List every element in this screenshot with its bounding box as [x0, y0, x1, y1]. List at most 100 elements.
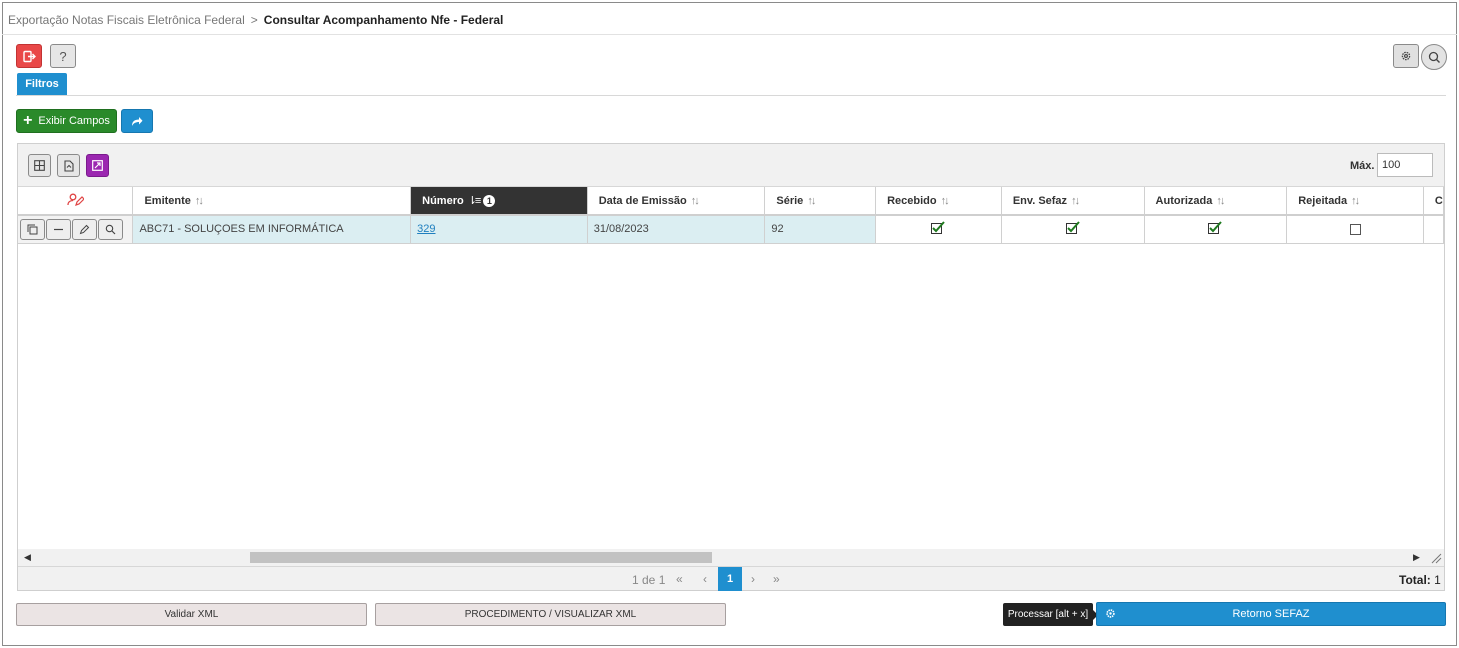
filters-divider [16, 95, 1446, 96]
plus-icon: + [23, 112, 33, 129]
procedimento-xml-button[interactable]: PROCEDIMENTO / VISUALIZAR XML [375, 603, 726, 626]
cell-env-sefaz [1001, 215, 1145, 244]
remove-row-button[interactable] [46, 218, 71, 240]
max-label: Máx. [1350, 160, 1375, 172]
search-button[interactable] [1421, 44, 1447, 70]
gear-icon [1106, 609, 1115, 618]
validar-xml-button[interactable]: Validar XML [16, 603, 367, 626]
retorno-sefaz-button[interactable]: Retorno SEFAZ [1096, 602, 1446, 626]
column-header-autorizada[interactable]: Autorizada ↑↓ [1144, 187, 1288, 216]
checked-checkbox-icon [1065, 221, 1080, 235]
scrollbar-thumb[interactable] [250, 552, 712, 563]
column-header-emitente[interactable]: Emitente ↑↓ [132, 187, 412, 216]
column-header-truncated[interactable]: C [1423, 187, 1445, 216]
settings-button[interactable] [1393, 44, 1419, 68]
table-header-row: Emitente ↑↓ Número ⇂≡ 1 Data de Emissão ↑↓ S… [18, 187, 1445, 216]
first-page-button[interactable]: « [676, 572, 683, 586]
header-divider [2, 34, 1457, 35]
column-label: C [1434, 194, 1443, 207]
processar-tooltip: Processar [alt + x] [1003, 603, 1098, 626]
column-header-data-emissao[interactable]: Data de Emissão ↑↓ [587, 187, 766, 216]
edit-row-button[interactable] [72, 218, 97, 240]
table-row[interactable]: ABC71 - SOLUÇOES EM INFORMÁTICA 329 31/0… [18, 215, 1445, 244]
current-page-button[interactable]: 1 [718, 567, 742, 591]
exit-button[interactable] [16, 44, 42, 68]
search-icon [1428, 51, 1440, 63]
share-button[interactable] [121, 109, 153, 133]
horizontal-scrollbar[interactable]: ◀ ▶ [18, 549, 1444, 566]
checked-checkbox-icon [931, 221, 946, 235]
view-row-button[interactable] [98, 218, 123, 240]
info-icon: 1 [483, 195, 496, 208]
column-label: Número [422, 194, 464, 207]
column-header-recebido[interactable]: Recebido ↑↓ [875, 187, 1002, 216]
tab-filtros[interactable]: Filtros [17, 73, 67, 95]
gear-icon [1401, 51, 1411, 61]
numero-link[interactable]: 329 [417, 223, 435, 235]
cell-serie: 92 [764, 215, 877, 244]
column-header-actions[interactable] [18, 187, 134, 216]
cell-autorizada [1144, 215, 1288, 244]
export-file-button[interactable] [57, 154, 80, 177]
results-table: Emitente ↑↓ Número ⇂≡ 1 Data de Emissão ↑↓ S… [18, 187, 1445, 244]
sort-desc-icon: ⇂≡ [467, 194, 482, 207]
breadcrumb-current: Consultar Acompanhamento Nfe - Federal [263, 13, 504, 27]
breadcrumb-separator: > [250, 13, 258, 27]
page-info: 1 de 1 [632, 573, 666, 587]
sort-icon: ↑↓ [1351, 194, 1360, 207]
grid-layout-button[interactable] [28, 154, 51, 177]
expand-view-button[interactable] [86, 154, 109, 177]
exit-icon [22, 50, 36, 62]
data-grid-panel: Máx. Emitente↑↓ Número⇂≡1 Data de Emissã… [17, 143, 1445, 591]
sort-icon: ↑↓ [690, 194, 700, 207]
retorno-sefaz-label: Retorno SEFAZ [1232, 608, 1310, 620]
breadcrumb-parent[interactable]: Exportação Notas Fiscais Eletrônica Fede… [8, 13, 245, 27]
sort-icon: ↑↓ [194, 194, 204, 207]
checked-checkbox-icon [1208, 221, 1223, 235]
scroll-right-icon[interactable]: ▶ [1413, 552, 1420, 563]
resize-handle-icon[interactable] [1430, 552, 1442, 564]
total-value: 1 [1434, 573, 1441, 587]
total-count: Total: 1 [1399, 573, 1441, 587]
file-export-icon [63, 159, 74, 172]
max-rows-input[interactable] [1377, 153, 1433, 177]
prev-page-button[interactable]: ‹ [703, 572, 707, 586]
pagination: 1 de 1 « ‹ 1 › » Total: 1 [18, 566, 1444, 591]
user-edit-icon [67, 193, 85, 206]
expand-icon [92, 160, 103, 171]
cell-numero: 329 [410, 215, 588, 244]
column-label: Env. Sefaz [1012, 194, 1068, 207]
total-label: Total: [1399, 573, 1431, 587]
column-label: Rejeitada [1298, 194, 1348, 207]
cell-data-emissao: 31/08/2023 [587, 215, 766, 244]
table-grid-icon [34, 160, 45, 171]
share-arrow-icon [132, 116, 143, 126]
question-icon: ? [59, 48, 67, 64]
column-label: Data de Emissão [598, 194, 687, 207]
copy-row-button[interactable] [20, 218, 45, 240]
sort-icon: ↑↓ [1216, 194, 1225, 207]
exibir-campos-button[interactable]: + Exibir Campos [16, 109, 117, 133]
scroll-left-icon[interactable]: ◀ [24, 552, 31, 563]
column-header-rejeitada[interactable]: Rejeitada ↑↓ [1286, 187, 1424, 216]
next-page-button[interactable]: › [751, 572, 755, 586]
exibir-campos-label: Exibir Campos [38, 115, 110, 127]
column-header-serie[interactable]: Série ↑↓ [764, 187, 877, 216]
help-button[interactable]: ? [50, 44, 76, 68]
pencil-icon [79, 224, 90, 235]
column-header-env-sefaz[interactable]: Env. Sefaz ↑↓ [1001, 187, 1145, 216]
column-label: Série [776, 194, 804, 207]
sort-icon: ↑↓ [940, 194, 950, 207]
last-page-button[interactable]: » [773, 572, 780, 586]
unchecked-checkbox-icon [1349, 223, 1361, 235]
breadcrumb: Exportação Notas Fiscais Eletrônica Fede… [8, 13, 503, 27]
cell-truncated [1423, 215, 1445, 244]
sort-icon: ↑↓ [807, 194, 816, 207]
copy-icon [27, 224, 38, 235]
search-icon [105, 224, 116, 235]
column-header-numero[interactable]: Número ⇂≡ 1 [410, 187, 588, 216]
sort-icon: ↑↓ [1071, 194, 1080, 207]
minus-icon [54, 228, 63, 230]
column-label: Autorizada [1155, 194, 1213, 207]
cell-rejeitada [1286, 215, 1424, 244]
